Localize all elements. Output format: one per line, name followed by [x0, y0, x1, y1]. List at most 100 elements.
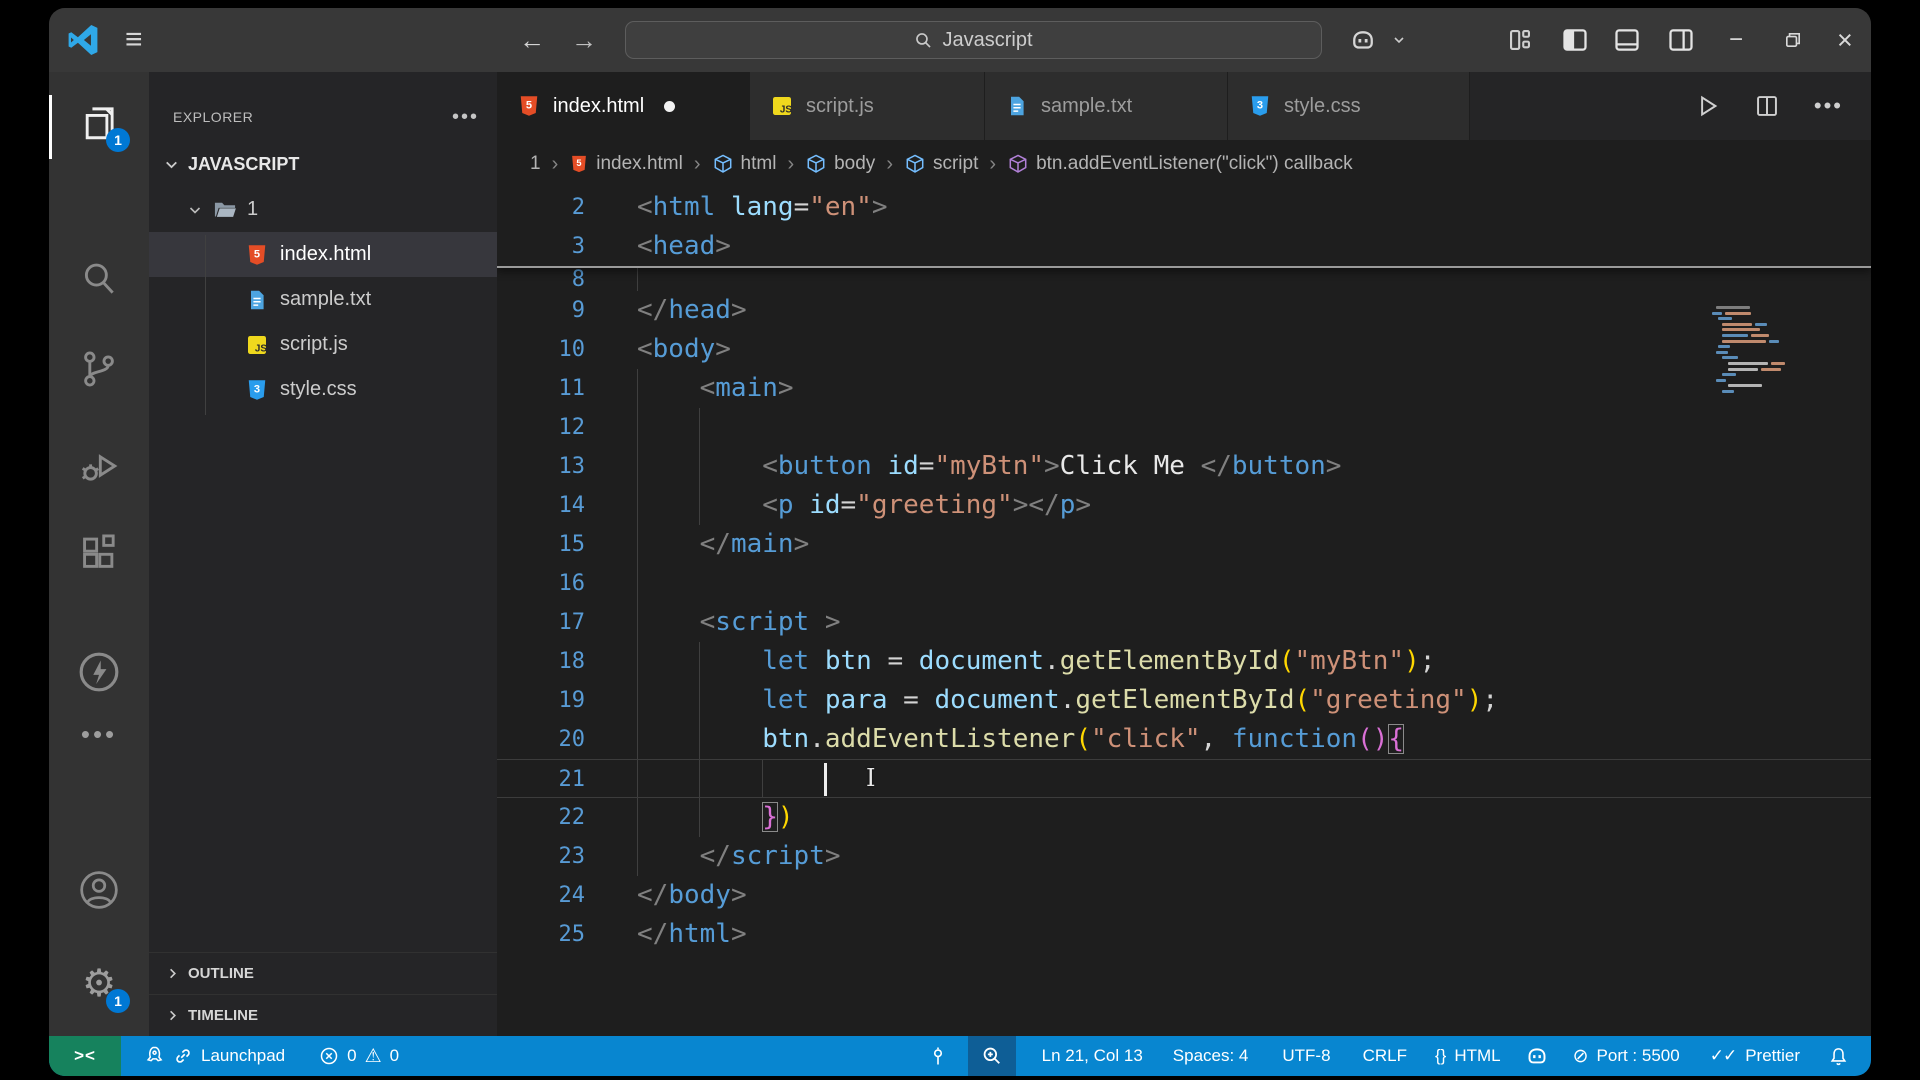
tab-sample.txt[interactable]: sample.txt [985, 72, 1228, 140]
editor-more-actions-icon[interactable]: ••• [1814, 93, 1843, 119]
copilot-status-icon[interactable] [1525, 1044, 1549, 1068]
code-line-9[interactable]: 9 </head> [497, 291, 1871, 330]
copilot-icon[interactable] [1349, 8, 1377, 72]
copilot-chevron-down-icon[interactable] [1391, 8, 1407, 72]
toggle-panel-icon[interactable] [1613, 8, 1641, 72]
indentation-item[interactable]: Spaces: 4 [1173, 1046, 1249, 1066]
file-item-sample.txt[interactable]: sample.txt [149, 277, 497, 322]
cursor-position-item[interactable]: Ln 21, Col 13 [1042, 1046, 1143, 1066]
code-line-17[interactable]: 17 <script > [497, 603, 1871, 642]
breadcrumb-item[interactable]: script [904, 153, 978, 175]
txt-file-icon [1005, 94, 1029, 118]
code-line-3[interactable]: 3 <head> [497, 227, 1871, 266]
file-name: style.css [280, 378, 357, 400]
code-line-22[interactable]: 22 }) [497, 798, 1871, 837]
line-number: 13 [558, 454, 586, 479]
command-center-search[interactable]: Javascript [625, 21, 1322, 59]
chevron-down-icon [189, 206, 201, 214]
restore-button[interactable] [1782, 8, 1804, 72]
sidebar-item-run-debug[interactable] [75, 442, 123, 490]
language-mode-item[interactable]: {} HTML [1435, 1046, 1501, 1066]
file-item-style.css[interactable]: 3 style.css [149, 367, 497, 412]
code-line-19[interactable]: 19 let para = document.getElementById("g… [497, 681, 1871, 720]
breadcrumb-label: btn.addEventListener("click") callback [1036, 153, 1353, 174]
file-item-index.html[interactable]: 5 index.html [149, 232, 497, 277]
indent-guide [205, 235, 206, 415]
sidebar-item-source-control[interactable] [75, 345, 123, 393]
sidebar-item-extensions[interactable] [75, 529, 123, 577]
launchpad-item[interactable]: Launchpad [143, 1045, 285, 1067]
html-file-icon: 5 [517, 94, 541, 118]
toggle-secondary-sidebar-icon[interactable] [1667, 8, 1695, 72]
split-editor-icon[interactable] [1754, 93, 1780, 119]
indent-guide [699, 720, 701, 759]
code-line-2[interactable]: 2 <html lang="en"> [497, 188, 1871, 227]
tab-label: index.html [553, 94, 645, 117]
tab-index.html[interactable]: 5 index.html [497, 72, 750, 140]
code-line-25[interactable]: 25 </html> [497, 915, 1871, 954]
notifications-bell-icon[interactable] [1828, 1046, 1849, 1067]
code-line-16[interactable]: 16 [497, 564, 1871, 603]
run-code-icon[interactable] [1694, 93, 1720, 119]
explorer-more-actions-icon[interactable]: ••• [452, 106, 479, 129]
code-line-24[interactable]: 24 </body> [497, 876, 1871, 915]
breadcrumb-item[interactable]: 1 [530, 153, 541, 175]
toggle-primary-sidebar-icon[interactable] [1561, 8, 1589, 72]
zoom-in-icon [983, 1047, 1000, 1064]
sidebar-item-search[interactable] [75, 255, 123, 303]
breadcrumb-item[interactable]: btn.addEventListener("click") callback [1007, 153, 1353, 175]
close-button[interactable]: × [1837, 8, 1853, 72]
workspace-row[interactable]: JAVASCRIPT [149, 142, 497, 187]
code-line-13[interactable]: 13 <button id="myBtn">Click Me </button> [497, 447, 1871, 486]
tab-script.js[interactable]: JS script.js [750, 72, 985, 140]
breadcrumb-item[interactable]: 5 index.html [569, 153, 683, 175]
code-line-8[interactable]: 8 [497, 268, 1871, 291]
code-editor[interactable]: 2 <html lang="en"> 3 <head> 8 9 </head> 10 <bod… [497, 188, 1871, 1036]
settings-gear-icon[interactable]: ⚙ 1 [75, 959, 130, 1013]
back-arrow-icon[interactable]: ← [519, 8, 545, 72]
code-text: <main> [699, 373, 794, 403]
live-server-port-item[interactable]: ⊘ Port : 5500 [1573, 1045, 1680, 1067]
additional-views-icon[interactable]: ••• [75, 710, 123, 758]
minimap[interactable] [1712, 306, 1818, 402]
launchpad-label: Launchpad [201, 1046, 286, 1065]
timeline-section[interactable]: TIMELINE [149, 994, 497, 1036]
cube-blue-icon [805, 153, 827, 175]
minimize-button[interactable]: − [1729, 8, 1743, 72]
indent-guide [637, 681, 638, 720]
account-icon[interactable] [75, 866, 123, 914]
menu-icon[interactable]: ≡ [125, 8, 143, 72]
code-line-15[interactable]: 15 </main> [497, 525, 1871, 564]
screencast-pin-icon[interactable] [928, 1046, 948, 1066]
code-line-14[interactable]: 14 <p id="greeting"></p> [497, 486, 1871, 525]
svg-text:JS: JS [255, 343, 267, 354]
code-line-20[interactable]: 20 btn.addEventListener("click", functio… [497, 720, 1871, 759]
remote-indicator[interactable]: >< [49, 1036, 121, 1076]
breadcrumb-item[interactable]: body [805, 153, 875, 175]
breadcrumb-item[interactable]: html [712, 153, 776, 175]
code-line-10[interactable]: 10 <body> [497, 330, 1871, 369]
zoom-status-item[interactable] [967, 1036, 1016, 1076]
outline-section[interactable]: OUTLINE [149, 952, 497, 994]
forward-arrow-icon[interactable]: → [571, 8, 597, 72]
code-line-12[interactable]: 12 [497, 408, 1871, 447]
tab-style.css[interactable]: 3 style.css [1228, 72, 1470, 140]
sidebar-item-explorer[interactable]: 1 [75, 98, 130, 152]
code-line-23[interactable]: 23 </script> [497, 837, 1871, 876]
encoding-item[interactable]: UTF-8 [1282, 1046, 1330, 1066]
customize-layout-icon[interactable] [1507, 8, 1533, 72]
problems-item[interactable]: 0 ⚠ 0 [319, 1045, 399, 1067]
eol-item[interactable]: CRLF [1363, 1046, 1407, 1066]
file-item-script.js[interactable]: JS script.js [149, 322, 497, 367]
code-line-21[interactable]: 21 [497, 759, 1871, 798]
line-number: 17 [558, 610, 586, 635]
chevron-right-icon [170, 1010, 176, 1021]
line-number: 10 [558, 337, 586, 362]
code-line-18[interactable]: 18 let btn = document.getElementById("my… [497, 642, 1871, 681]
indent-guide [637, 447, 638, 486]
folder-row[interactable]: 1 [149, 187, 497, 232]
js-file-icon: JS [245, 333, 269, 357]
prettier-item[interactable]: ✓ ✓ Prettier [1710, 1046, 1800, 1066]
svg-text:5: 5 [526, 100, 532, 112]
code-line-11[interactable]: 11 <main> [497, 369, 1871, 408]
